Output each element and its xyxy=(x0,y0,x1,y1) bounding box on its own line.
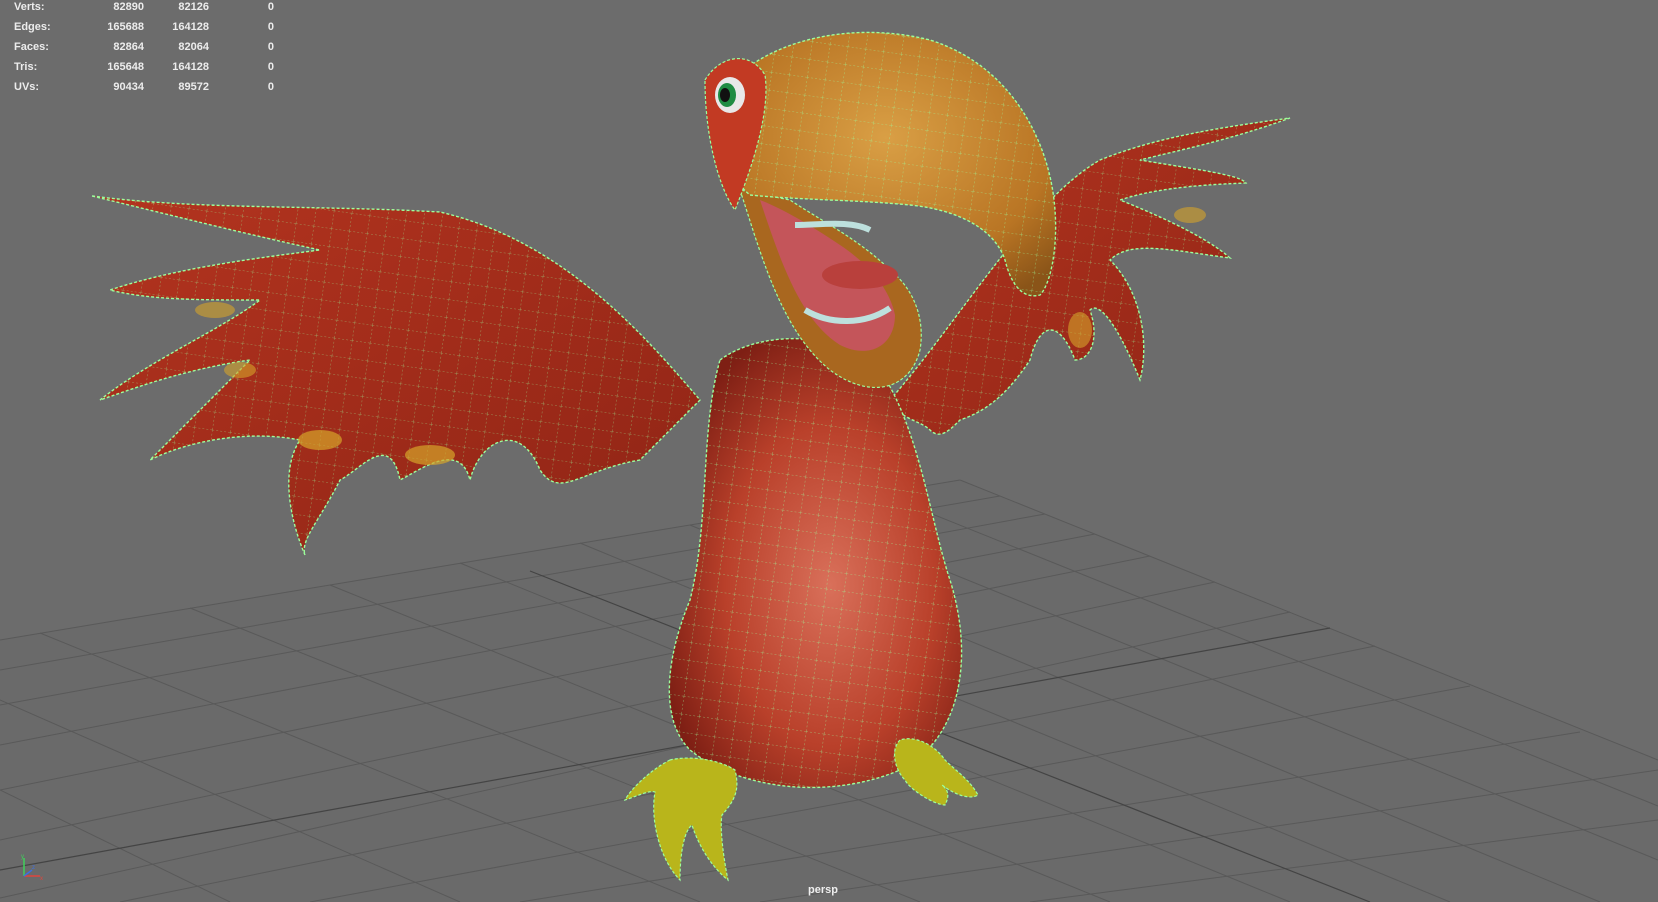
hud-label: Verts: xyxy=(14,1,45,13)
left-wing[interactable] xyxy=(91,195,701,556)
hud-value: 0 xyxy=(267,41,274,53)
viewport-scene[interactable] xyxy=(0,0,1658,902)
hud-value: 89572 xyxy=(178,81,209,93)
camera-name-label: persp xyxy=(808,884,838,896)
hud-value: 82126 xyxy=(178,1,209,13)
hud-value: 0 xyxy=(267,61,274,73)
hud-label: Faces: xyxy=(14,41,49,53)
hud-value: 0 xyxy=(267,21,274,33)
hud-value: 165688 xyxy=(107,21,144,33)
hud-value: 82864 xyxy=(113,41,144,53)
svg-text:x: x xyxy=(40,876,43,882)
svg-text:z: z xyxy=(32,865,35,871)
hud-value: 165648 xyxy=(107,61,144,73)
hud-value: 82064 xyxy=(178,41,209,53)
hud-label: UVs: xyxy=(14,81,40,93)
hud-value: 90434 xyxy=(113,81,144,93)
hud-value: 82890 xyxy=(113,1,144,13)
hud-value: 0 xyxy=(267,81,274,93)
hud-value: 164128 xyxy=(172,21,209,33)
3d-viewport[interactable]: Verts: 82890 82126 0 Edges: 165688 16412… xyxy=(0,0,1658,902)
xyz-axis-gizmo-icon: y x z xyxy=(21,854,43,882)
hud-value: 0 xyxy=(267,1,274,13)
hud-label: Tris: xyxy=(14,61,38,73)
hud-value: 164128 xyxy=(172,61,209,73)
svg-text:y: y xyxy=(21,854,24,860)
hud-label: Edges: xyxy=(14,21,51,33)
